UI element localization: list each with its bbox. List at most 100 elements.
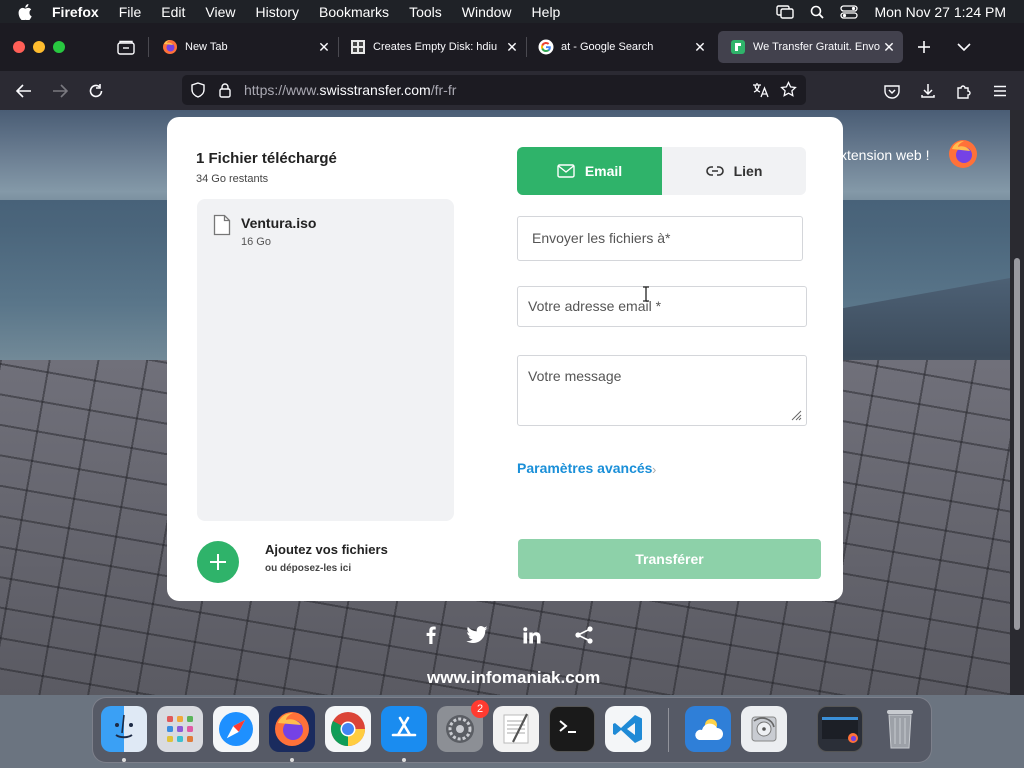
terminal-icon[interactable] [549,706,595,752]
sender-email-field[interactable]: Votre adresse email * [517,286,807,327]
lock-icon[interactable] [218,82,232,103]
envelope-icon [557,164,575,178]
chrome-icon[interactable] [325,706,371,752]
close-tab-icon[interactable]: ✕ [316,39,332,55]
vscode-icon[interactable] [605,706,651,752]
tab-email-label: Email [584,163,623,179]
menu-edit[interactable]: Edit [161,4,185,20]
facebook-icon[interactable] [420,625,442,645]
advanced-settings-link[interactable]: Paramètres avancés [517,460,652,476]
menu-help[interactable]: Help [532,4,561,20]
link-icon [705,166,724,176]
launchpad-icon[interactable] [157,706,203,752]
menu-file[interactable]: File [119,4,142,20]
minimize-window-button[interactable] [33,41,45,53]
menu-clock[interactable]: Mon Nov 27 1:24 PM [874,4,1006,20]
menu-app-name[interactable]: Firefox [52,4,99,20]
tab-creates-empty-disk[interactable]: Creates Empty Disk: hdiu ✕ [338,31,526,63]
tab-title: We Transfer Gratuit. Envo [753,41,880,53]
message-field[interactable]: Votre message [517,355,807,426]
close-window-button[interactable] [13,41,25,53]
downloads-icon[interactable] [917,80,939,102]
finder-icon[interactable] [101,706,147,752]
control-center-icon[interactable] [840,4,859,19]
navigation-bar: https://www.swisstransfer.com/fr-fr [0,71,1024,110]
extensions-icon[interactable] [953,80,975,102]
new-tab-icon[interactable] [914,37,934,57]
transfer-mode-toggle: Email Lien [517,147,806,195]
chevron-right-icon[interactable]: › [652,462,656,477]
notification-badge: 2 [471,700,489,718]
menu-tools[interactable]: Tools [409,4,442,20]
recipients-email-field[interactable]: Envoyer les fichiers à* [517,216,803,261]
menu-bookmarks[interactable]: Bookmarks [319,4,389,20]
transfer-button-label: Transférer [635,551,704,567]
transfer-button[interactable]: Transférer [518,539,821,579]
trash-icon[interactable] [877,706,923,752]
tab-link[interactable]: Lien [662,147,806,195]
close-tab-icon[interactable]: ✕ [504,39,520,55]
resize-grip-icon[interactable] [790,409,802,421]
list-all-tabs-icon[interactable] [954,37,974,57]
close-tab-icon[interactable]: ✕ [881,39,897,55]
tab-email[interactable]: Email [517,147,662,195]
transfer-card: 1 Fichier téléchargé 34 Go restants Vent… [167,117,843,601]
file-list[interactable]: Ventura.iso 16 Go [197,199,454,521]
tab-new-tab[interactable]: New Tab ✕ [150,31,338,63]
add-files-button[interactable] [197,541,239,583]
extension-promo-text[interactable]: xtension web ! [840,147,930,163]
weather-icon[interactable] [685,706,731,752]
apple-icon[interactable] [18,3,36,20]
tab-title: at - Google Search [561,41,654,53]
hamburger-menu-icon[interactable] [989,80,1011,102]
app-store-icon[interactable] [381,706,427,752]
spotlight-search-icon[interactable] [810,5,825,19]
menu-history[interactable]: History [255,4,299,20]
disk-utility-icon[interactable] [741,706,787,752]
twitter-icon[interactable] [466,625,488,645]
bookmark-star-icon[interactable] [780,80,797,103]
pocket-icon[interactable] [881,80,903,102]
swisstransfer-icon [730,39,746,55]
running-indicator [402,758,406,762]
linkedin-icon[interactable] [521,625,543,645]
footer-site-link[interactable]: www.infomaniak.com [427,668,600,688]
close-tab-icon[interactable]: ✕ [692,39,708,55]
tab-title: Creates Empty Disk: hdiu [373,41,498,53]
firefox-extension-icon[interactable] [948,139,978,169]
textedit-icon[interactable] [493,706,539,752]
scrollbar-thumb[interactable] [1014,258,1020,630]
plus-icon [210,554,226,570]
shield-icon[interactable] [190,82,206,103]
screen-mirroring-icon[interactable] [776,4,795,19]
menu-view[interactable]: View [205,4,235,20]
share-icon[interactable] [573,625,595,645]
firefox-view-icon[interactable] [116,37,136,57]
recipients-placeholder: Envoyer les fichiers à* [532,230,671,246]
firefox-icon [162,39,178,55]
translate-icon[interactable] [752,82,770,103]
menu-window[interactable]: Window [462,4,512,20]
safari-icon[interactable] [213,706,259,752]
dock: 2 [92,697,932,763]
system-settings-icon[interactable]: 2 [437,700,489,752]
tab-separator [148,37,149,57]
back-icon[interactable] [13,80,35,102]
zoom-window-button[interactable] [53,41,65,53]
url-text[interactable]: https://www.swisstransfer.com/fr-fr [244,75,456,105]
file-name: Ventura.iso [241,215,317,231]
recent-window-icon[interactable] [817,706,863,752]
site-favicon-icon [350,39,366,55]
tab-google-search[interactable]: at - Google Search ✕ [526,31,714,63]
forward-icon[interactable] [49,80,71,102]
tab-we-transfer[interactable]: We Transfer Gratuit. Envo ✕ [718,31,903,63]
add-files-title[interactable]: Ajoutez vos fichiers [265,542,388,557]
url-bar[interactable]: https://www.swisstransfer.com/fr-fr [182,75,806,105]
menu-bar: Firefox File Edit View History Bookmarks… [0,0,1024,23]
page-scrollbar[interactable] [1010,110,1024,695]
running-indicator [290,758,294,762]
tab-link-label: Lien [733,163,763,179]
firefox-dock-icon[interactable] [269,706,315,752]
google-icon [538,39,554,55]
reload-icon[interactable] [85,80,107,102]
